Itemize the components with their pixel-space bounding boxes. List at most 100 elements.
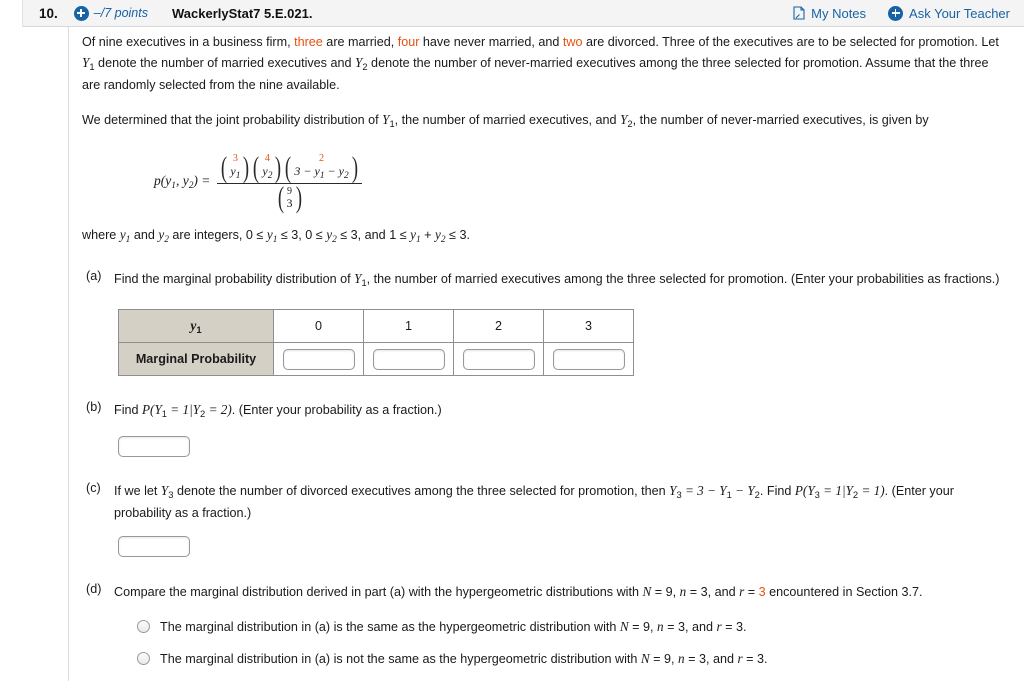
- marginal-prob-input-2[interactable]: [462, 348, 535, 370]
- joint-pmf-formula: p(y1, y2) = ( 3 y1 ) ( 4 y2) (2 3 − y1…: [154, 151, 1002, 213]
- paren-close: ): [295, 181, 302, 215]
- var-Y2: Y2: [620, 111, 633, 129]
- var-y1: y1: [119, 227, 131, 245]
- ask-your-teacher-button[interactable]: Ask Your Teacher: [888, 5, 1010, 21]
- intro-p2-b: , the number of married executives, and: [394, 112, 621, 127]
- var-y2: y2: [158, 227, 169, 245]
- radio-option-not-same[interactable]: The marginal distribution in (a) is not …: [137, 650, 1002, 668]
- marginal-prob-cell-2: [453, 342, 544, 376]
- part-c-expression: P(Y3 = 1|Y2 = 1): [794, 482, 885, 500]
- table-row: y1 0 1 2 3: [118, 309, 634, 343]
- part-b-expression: P(Y1 = 1|Y2 = 2): [142, 402, 232, 419]
- marginal-prob-cell-1: [363, 342, 454, 376]
- paren-close: ): [275, 151, 282, 185]
- part-a-text-b: , the number of married executives among…: [366, 271, 1000, 286]
- part-d: (d) Compare the marginal distribution de…: [82, 582, 1002, 603]
- var-y1: y1: [266, 227, 278, 245]
- formula-fraction: ( 3 y1 ) ( 4 y2 ) (2 3 − y1 − y2) (9 …: [217, 151, 362, 215]
- binom1-bottom: y1: [230, 163, 241, 181]
- intro-p1-a: Of nine executives in a business firm,: [82, 35, 295, 49]
- intro-p2-a: We determined that the joint probability…: [82, 112, 383, 127]
- marginal-prob-cell-0: [273, 342, 364, 376]
- my-notes-label: My Notes: [811, 5, 867, 21]
- where-g: ≤ 3.: [445, 228, 470, 242]
- intro-p1-b: are married,: [322, 35, 398, 49]
- part-a: (a) Find the marginal probability distri…: [82, 269, 1002, 293]
- part-d-options: The marginal distribution in (a) is the …: [137, 618, 1002, 668]
- intro-highlight-three: three: [294, 35, 323, 49]
- binomial-3-choose-y1: ( 3 y1 ): [219, 151, 251, 185]
- var-n: n: [678, 651, 685, 666]
- var-y1: y1: [410, 227, 421, 245]
- part-d-label: (d): [86, 581, 102, 596]
- part-d-text: Compare the marginal distribution derive…: [114, 582, 1002, 603]
- part-c-text-c: . Find: [759, 483, 795, 498]
- intro-p1-c: have never married, and: [419, 35, 563, 49]
- marginal-prob-input-3[interactable]: [552, 348, 625, 370]
- part-c-text-a: If we let: [114, 483, 161, 498]
- where-e: ≤ 3, and 1 ≤: [336, 228, 411, 242]
- part-d-text-a: Compare the marginal distribution derive…: [114, 584, 643, 599]
- var-Y2: Y2: [355, 54, 368, 72]
- part-c-equation: Y3 = 3 − Y1 − Y2: [669, 482, 760, 500]
- formula-lhs-p: p: [154, 173, 161, 188]
- binom-den-bottom: 3: [286, 196, 293, 211]
- circle-plus-icon: [888, 5, 904, 21]
- var-N: N: [619, 619, 629, 634]
- part-c-answer-input[interactable]: [118, 535, 190, 557]
- marginal-probability-table: y1 0 1 2 3 Marginal Probability: [118, 309, 634, 376]
- formula-numerator: ( 3 y1 ) ( 4 y2 ) (2 3 − y1 − y2): [217, 151, 361, 185]
- paren-close: ): [351, 151, 358, 185]
- where-c: are integers, 0 ≤: [168, 228, 267, 242]
- binomial-4-choose-y2: ( 4 y2 ): [251, 151, 283, 185]
- var-Y1: Y1: [382, 111, 395, 129]
- var-Y1: Y1: [354, 270, 367, 288]
- part-b-text-a: Find: [114, 403, 142, 417]
- radio-option-not-same-label: The marginal distribution in (a) is not …: [160, 651, 768, 666]
- formula-lhs: p(y1, y2) =: [154, 173, 210, 191]
- part-d-text-e: encountered in Section 3.7.: [765, 584, 923, 599]
- formula-lhs-close: ) =: [193, 173, 211, 188]
- my-notes-button[interactable]: My Notes: [793, 6, 866, 21]
- table-header-marginal-probability: Marginal Probability: [118, 342, 274, 376]
- part-b-answer-input[interactable]: [118, 435, 190, 457]
- part-c-label: (c): [86, 480, 101, 495]
- table-header-y1: y1: [118, 309, 274, 343]
- radio-option-same[interactable]: The marginal distribution in (a) is the …: [137, 618, 1002, 636]
- question-header-bar: 10. –/7 points WackerlyStat7 5.E.021. My…: [22, 0, 1024, 27]
- intro-paragraph-2: We determined that the joint probability…: [82, 110, 1002, 134]
- part-d-text-b: = 9,: [651, 584, 680, 599]
- header-actions: My Notes Ask Your Teacher: [793, 5, 1010, 21]
- marginal-prob-input-0[interactable]: [282, 348, 355, 370]
- intro-p2-c: , the number of never-married executives…: [632, 112, 929, 127]
- marginal-prob-input-1[interactable]: [372, 348, 445, 370]
- radio-button-icon[interactable]: [137, 620, 150, 633]
- question-number: 10.: [39, 5, 58, 21]
- where-line: where y1 and y2 are integers, 0 ≤ y1 ≤ 3…: [82, 225, 1002, 251]
- intro-highlight-four: four: [397, 35, 420, 49]
- binom3-bottom: 3 − y1 − y2: [294, 163, 349, 181]
- marginal-prob-cell-3: [543, 342, 634, 376]
- paren-open: (: [277, 181, 284, 215]
- part-c: (c) If we let Y3 denote the number of di…: [82, 481, 1002, 524]
- intro-highlight-two: two: [562, 35, 583, 49]
- circle-plus-icon[interactable]: [73, 5, 89, 21]
- where-a: where: [82, 228, 120, 242]
- part-d-r-value: 3: [758, 584, 766, 599]
- formula-denominator: ( 9 3 ): [276, 181, 304, 215]
- table-col-3: 3: [543, 309, 634, 343]
- marginal-probability-table-wrap: y1 0 1 2 3 Marginal Probability: [118, 309, 1002, 376]
- question-body: Of nine executives in a business firm, t…: [82, 33, 1002, 682]
- table-row: Marginal Probability: [118, 342, 634, 376]
- formula-lhs-comma: ,: [175, 173, 183, 188]
- var-N: N: [640, 651, 650, 666]
- points-label: –/7 points: [93, 6, 148, 20]
- points-group: –/7 points: [73, 5, 148, 21]
- paren-open: (: [221, 151, 228, 185]
- var-n: n: [657, 619, 664, 634]
- binomial-9-choose-3: ( 9 3 ): [276, 181, 304, 215]
- table-col-1: 1: [363, 309, 454, 343]
- radio-button-icon[interactable]: [137, 652, 150, 665]
- part-b-label: (b): [86, 400, 102, 414]
- part-c-text-b: denote the number of divorced executives…: [173, 483, 670, 498]
